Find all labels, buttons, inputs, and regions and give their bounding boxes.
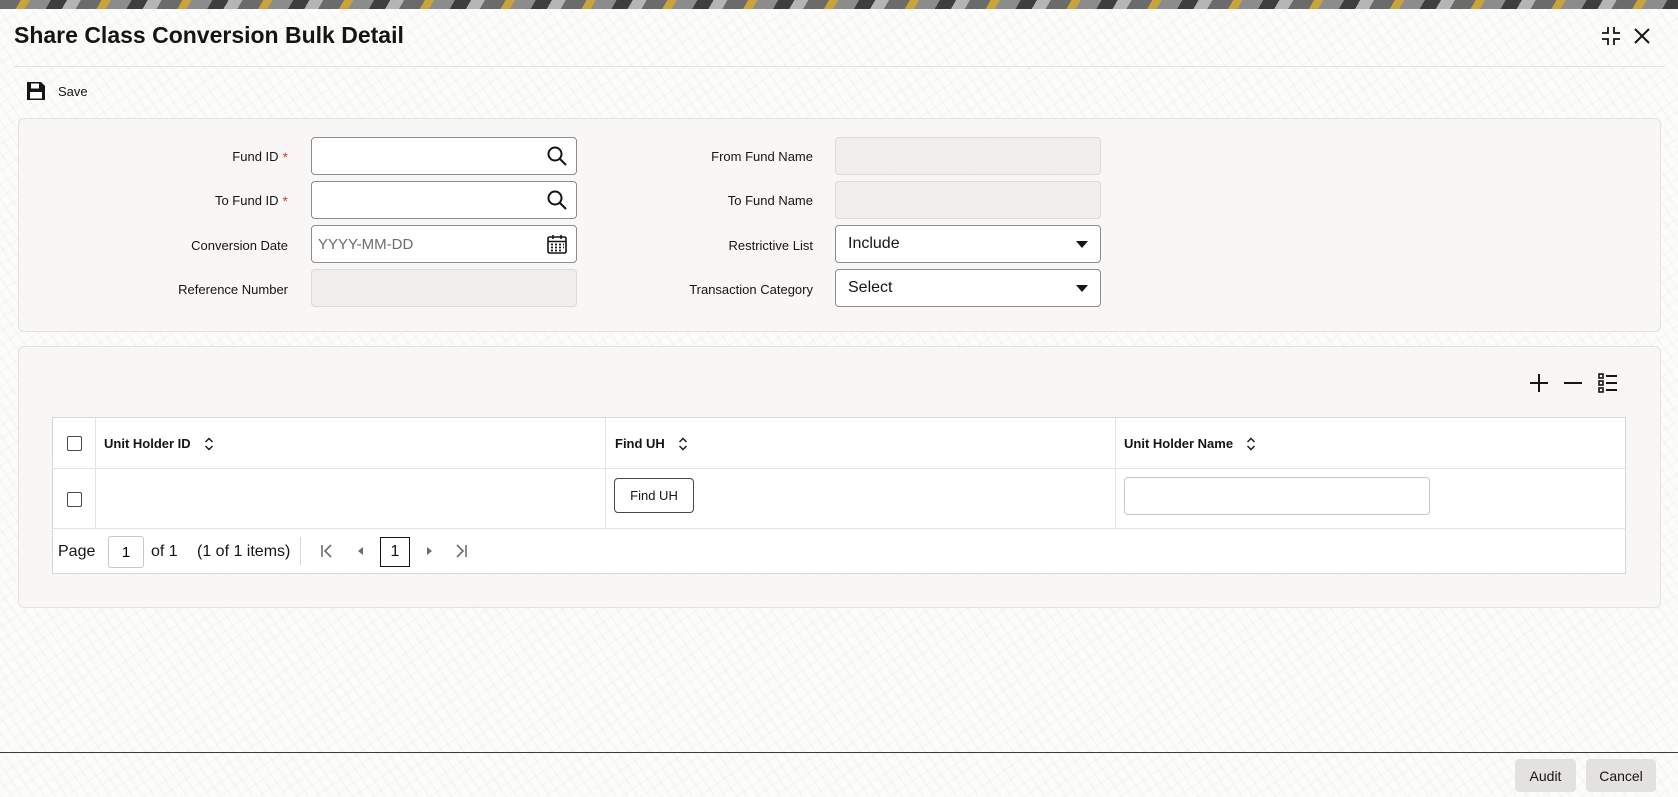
- pagination-bar: Page of 1 (1 of 1 items) 1: [53, 529, 1625, 574]
- chevron-down-icon: [1076, 284, 1088, 292]
- single-record-view-icon[interactable]: [1597, 372, 1619, 394]
- first-page-icon[interactable]: [317, 541, 337, 561]
- transaction-category-label: Transaction Category: [689, 282, 813, 297]
- pager-divider: [300, 537, 301, 565]
- to-fund-id-input[interactable]: [312, 182, 546, 218]
- to-fund-id-label: To Fund ID *: [214, 193, 288, 209]
- page-number-input[interactable]: [108, 536, 144, 568]
- column-header-unit-holder-name[interactable]: Unit Holder Name: [1124, 436, 1257, 451]
- page-title: Share Class Conversion Bulk Detail: [14, 22, 404, 48]
- transaction-category-select[interactable]: Select: [835, 269, 1101, 307]
- from-fund-name-label: From Fund Name: [711, 149, 813, 164]
- remove-row-icon[interactable]: [1562, 372, 1584, 394]
- row-checkbox[interactable]: [67, 492, 82, 507]
- restrictive-list-select[interactable]: Include: [835, 225, 1101, 263]
- select-all-checkbox[interactable]: [67, 436, 82, 451]
- required-marker: *: [282, 149, 288, 165]
- items-count-label: (1 of 1 items): [197, 543, 291, 560]
- column-divider: [605, 418, 606, 529]
- find-uh-button[interactable]: Find UH: [614, 478, 694, 513]
- fund-id-label: Fund ID *: [232, 149, 288, 165]
- conversion-date-input[interactable]: [312, 226, 546, 262]
- restrictive-list-value: Include: [848, 235, 900, 252]
- collapse-icon[interactable]: [1599, 24, 1623, 48]
- unit-holder-name-input[interactable]: [1124, 477, 1430, 515]
- conversion-date-label: Conversion Date: [191, 238, 288, 253]
- to-fund-name-field: [835, 181, 1101, 219]
- sort-icon[interactable]: [203, 437, 215, 451]
- header-divider: [14, 66, 1664, 67]
- save-label: Save: [58, 83, 88, 99]
- fund-id-input[interactable]: [312, 138, 546, 174]
- to-fund-id-field[interactable]: [311, 181, 577, 219]
- save-button[interactable]: Save: [26, 81, 88, 101]
- to-fund-name-input: [836, 182, 1100, 218]
- restrictive-list-label: Restrictive List: [728, 238, 813, 253]
- reference-number-input: [312, 270, 576, 306]
- current-page-button[interactable]: 1: [380, 537, 410, 567]
- audit-button[interactable]: Audit: [1515, 759, 1576, 792]
- save-icon: [27, 82, 45, 100]
- table-row: Find UH: [53, 469, 1625, 529]
- page-count-label: of 1: [151, 543, 178, 560]
- top-banner-strip: [0, 0, 1678, 9]
- to-fund-name-label: To Fund Name: [727, 193, 813, 208]
- next-page-icon[interactable]: [419, 541, 439, 561]
- chevron-down-icon: [1076, 240, 1088, 248]
- column-divider: [95, 418, 96, 529]
- fund-id-field[interactable]: [311, 137, 577, 175]
- page-label: Page: [58, 543, 96, 560]
- unit-holder-table: Unit Holder ID Find UH Unit Holder Name …: [52, 417, 1626, 574]
- sort-icon[interactable]: [677, 437, 689, 451]
- footer-divider: [0, 752, 1678, 753]
- reference-number-label: Reference Number: [178, 282, 288, 297]
- search-icon[interactable]: [546, 189, 568, 211]
- sort-icon[interactable]: [1245, 437, 1257, 451]
- column-divider: [1115, 418, 1116, 529]
- from-fund-name-field: [835, 137, 1101, 175]
- previous-page-icon[interactable]: [351, 541, 371, 561]
- close-icon[interactable]: [1630, 24, 1654, 48]
- calendar-icon[interactable]: [546, 233, 568, 255]
- column-header-unit-holder-id[interactable]: Unit Holder ID: [104, 436, 215, 451]
- reference-number-field: [311, 269, 577, 307]
- last-page-icon[interactable]: [451, 541, 471, 561]
- required-marker: *: [282, 193, 288, 209]
- add-row-icon[interactable]: [1528, 372, 1550, 394]
- search-icon[interactable]: [546, 145, 568, 167]
- from-fund-name-input: [836, 138, 1100, 174]
- table-header-row: Unit Holder ID Find UH Unit Holder Name: [53, 418, 1625, 469]
- transaction-category-value: Select: [848, 279, 893, 296]
- conversion-date-field[interactable]: [311, 225, 577, 263]
- cancel-button[interactable]: Cancel: [1586, 759, 1656, 792]
- column-header-find-uh[interactable]: Find UH: [615, 436, 689, 451]
